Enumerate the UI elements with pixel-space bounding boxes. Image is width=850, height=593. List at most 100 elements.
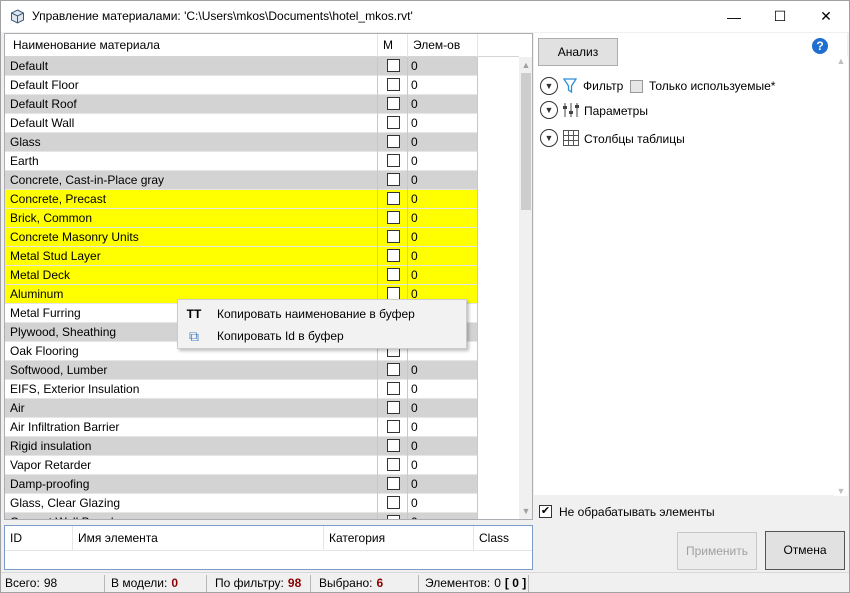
- table-row[interactable]: Brick, Common 0: [5, 209, 519, 228]
- material-name-cell[interactable]: Brick, Common: [5, 209, 378, 228]
- scroll-up-icon[interactable]: ▲: [834, 56, 848, 66]
- table-row[interactable]: Air 0: [5, 399, 519, 418]
- filter-expand-chevron-icon[interactable]: ▼: [540, 77, 558, 95]
- m-checkbox[interactable]: [387, 496, 400, 509]
- m-checkbox[interactable]: [387, 59, 400, 72]
- material-name-cell[interactable]: Concrete, Precast: [5, 190, 378, 209]
- empty-cell: [478, 247, 519, 266]
- cancel-button[interactable]: Отмена: [765, 531, 845, 570]
- m-checkbox[interactable]: [387, 268, 400, 281]
- table-row[interactable]: Cement Wall Board 0: [5, 513, 519, 519]
- column-header-class[interactable]: Class: [474, 526, 532, 550]
- m-checkbox[interactable]: [387, 97, 400, 110]
- status-selected-value: 6: [376, 576, 384, 590]
- table-row[interactable]: Damp-proofing 0: [5, 475, 519, 494]
- maximize-button[interactable]: ☐: [757, 1, 803, 32]
- menu-item-copy-id[interactable]: ⧉ Копировать Id в буфер: [180, 325, 464, 347]
- table-row[interactable]: EIFS, Exterior Insulation 0: [5, 380, 519, 399]
- minimize-button[interactable]: —: [711, 1, 757, 32]
- column-header-count[interactable]: Элем-ов: [408, 34, 478, 57]
- material-name-cell[interactable]: Cement Wall Board: [5, 513, 378, 519]
- material-name-cell[interactable]: Glass, Clear Glazing: [5, 494, 378, 513]
- table-row[interactable]: Glass, Clear Glazing 0: [5, 494, 519, 513]
- column-header-element-name[interactable]: Имя элемента: [73, 526, 324, 550]
- analyze-button[interactable]: Анализ: [538, 38, 618, 66]
- scroll-down-icon[interactable]: ▼: [834, 486, 848, 496]
- material-name-cell[interactable]: Glass: [5, 133, 378, 152]
- table-row[interactable]: Concrete, Cast-in-Place gray 0: [5, 171, 519, 190]
- table-row[interactable]: Metal Deck 0: [5, 266, 519, 285]
- m-checkbox[interactable]: [387, 154, 400, 167]
- only-used-checkbox[interactable]: [630, 80, 643, 93]
- column-header-category[interactable]: Категория: [324, 526, 474, 550]
- m-checkbox[interactable]: [387, 116, 400, 129]
- m-checkbox[interactable]: [387, 192, 400, 205]
- table-row[interactable]: Concrete Masonry Units 0: [5, 228, 519, 247]
- table-row[interactable]: Rigid insulation 0: [5, 437, 519, 456]
- m-checkbox[interactable]: [387, 382, 400, 395]
- m-checkbox[interactable]: [387, 249, 400, 262]
- material-name-cell[interactable]: Softwood, Lumber: [5, 361, 378, 380]
- m-checkbox[interactable]: [387, 439, 400, 452]
- material-name-cell[interactable]: Concrete, Cast-in-Place gray: [5, 171, 378, 190]
- material-name-cell[interactable]: Rigid insulation: [5, 437, 378, 456]
- m-checkbox[interactable]: [387, 173, 400, 186]
- material-name-cell[interactable]: Metal Stud Layer: [5, 247, 378, 266]
- column-header-id[interactable]: ID: [5, 526, 73, 550]
- column-header-m[interactable]: M: [378, 34, 408, 57]
- table-row[interactable]: Default 0: [5, 57, 519, 76]
- close-button[interactable]: ✕: [803, 1, 849, 32]
- apply-button[interactable]: Применить: [677, 532, 757, 570]
- table-row[interactable]: Metal Stud Layer 0: [5, 247, 519, 266]
- m-checkbox[interactable]: [387, 401, 400, 414]
- element-count-cell: 0: [408, 133, 478, 152]
- material-name-cell[interactable]: Concrete Masonry Units: [5, 228, 378, 247]
- m-checkbox[interactable]: [387, 420, 400, 433]
- no-process-checkbox[interactable]: ✔: [539, 505, 552, 518]
- material-name-cell[interactable]: Default Wall: [5, 114, 378, 133]
- menu-item-copy-name[interactable]: TT Копировать наименование в буфер: [180, 303, 464, 325]
- m-checkbox[interactable]: [387, 515, 400, 519]
- scroll-down-icon[interactable]: ▼: [519, 503, 532, 519]
- m-checkbox[interactable]: [387, 211, 400, 224]
- materials-grid[interactable]: Наименование материала M Элем-ов Default…: [4, 33, 533, 520]
- m-cell: [378, 152, 408, 171]
- table-row[interactable]: Vapor Retarder 0: [5, 456, 519, 475]
- material-name-cell[interactable]: Earth: [5, 152, 378, 171]
- elements-table[interactable]: ID Имя элемента Категория Class: [4, 525, 533, 570]
- table-row[interactable]: Default Floor 0: [5, 76, 519, 95]
- help-icon[interactable]: ?: [812, 38, 828, 54]
- material-name-cell[interactable]: Default Floor: [5, 76, 378, 95]
- scroll-up-icon[interactable]: ▲: [519, 57, 532, 73]
- columns-expand-chevron-icon[interactable]: ▼: [540, 129, 558, 147]
- table-row[interactable]: Default Wall 0: [5, 114, 519, 133]
- material-name-cell[interactable]: Air Infiltration Barrier: [5, 418, 378, 437]
- material-name-cell[interactable]: Vapor Retarder: [5, 456, 378, 475]
- material-name-cell[interactable]: Air: [5, 399, 378, 418]
- right-panel-scrollbar[interactable]: ▲ ▼: [834, 56, 848, 496]
- empty-cell: [478, 437, 519, 456]
- m-cell: [378, 494, 408, 513]
- material-name-cell[interactable]: Default Roof: [5, 95, 378, 114]
- material-name-cell[interactable]: Metal Deck: [5, 266, 378, 285]
- table-row[interactable]: Air Infiltration Barrier 0: [5, 418, 519, 437]
- scroll-thumb[interactable]: [521, 73, 531, 210]
- table-row[interactable]: Glass 0: [5, 133, 519, 152]
- params-expand-chevron-icon[interactable]: ▼: [540, 101, 558, 119]
- status-in-model: В модели: 0: [107, 575, 207, 592]
- table-row[interactable]: Softwood, Lumber 0: [5, 361, 519, 380]
- material-name-cell[interactable]: Damp-proofing: [5, 475, 378, 494]
- m-checkbox[interactable]: [387, 135, 400, 148]
- m-checkbox[interactable]: [387, 230, 400, 243]
- m-checkbox[interactable]: [387, 477, 400, 490]
- m-checkbox[interactable]: [387, 363, 400, 376]
- column-header-name[interactable]: Наименование материала: [5, 34, 378, 57]
- m-checkbox[interactable]: [387, 78, 400, 91]
- material-name-cell[interactable]: EIFS, Exterior Insulation: [5, 380, 378, 399]
- table-row[interactable]: Concrete, Precast 0: [5, 190, 519, 209]
- grid-vertical-scrollbar[interactable]: ▲ ▼: [519, 57, 532, 519]
- table-row[interactable]: Earth 0: [5, 152, 519, 171]
- table-row[interactable]: Default Roof 0: [5, 95, 519, 114]
- m-checkbox[interactable]: [387, 458, 400, 471]
- material-name-cell[interactable]: Default: [5, 57, 378, 76]
